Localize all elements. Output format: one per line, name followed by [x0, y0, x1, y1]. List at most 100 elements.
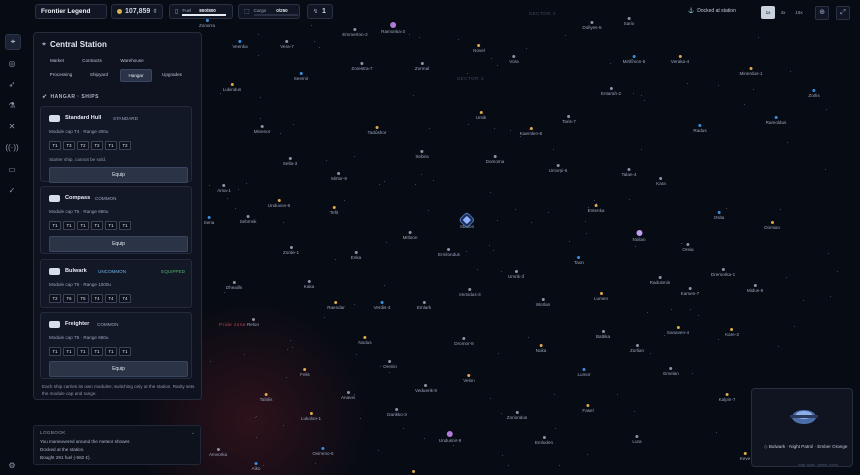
- tab-shipyard[interactable]: Shipyard: [84, 69, 114, 80]
- radio-icon[interactable]: ((·)): [5, 140, 19, 154]
- star-system[interactable]: Sena: [204, 216, 214, 225]
- star-system[interactable]: Lumor: [577, 368, 591, 377]
- star-system[interactable]: Sebrmik: [240, 215, 256, 224]
- speed-16x-button[interactable]: 16x: [791, 6, 807, 19]
- star-system[interactable]: Veduerik-9: [415, 384, 437, 393]
- star-system[interactable]: Battika: [596, 330, 610, 339]
- star-system[interactable]: Verdis-4: [374, 301, 390, 310]
- star-system[interactable]: Kaemlen-8: [520, 127, 542, 136]
- star-system[interactable]: Zorde-1: [283, 246, 299, 255]
- star-system[interactable]: Noilan: [632, 230, 646, 242]
- star-system[interactable]: Kara: [656, 177, 666, 186]
- check-icon[interactable]: ✓: [5, 183, 19, 197]
- star-system[interactable]: Zorlis: [808, 89, 820, 98]
- star-system[interactable]: Enka: [351, 251, 361, 260]
- star-system[interactable]: Velon: [463, 374, 475, 383]
- star-system[interactable]: Lumen: [594, 292, 608, 301]
- star-system[interactable]: Entenka: [588, 204, 604, 213]
- globe-icon[interactable]: ◎: [5, 56, 19, 70]
- tab-warehouse[interactable]: Warehouse: [114, 55, 150, 66]
- star-system[interactable]: Mitloon: [403, 231, 417, 240]
- message-icon[interactable]: ▭: [5, 162, 19, 176]
- star-system[interactable]: Lukindus: [223, 83, 241, 92]
- star-system[interactable]: Vora: [509, 55, 519, 64]
- star-system[interactable]: Dremorka-1: [711, 268, 735, 277]
- star-system[interactable]: Midus-9: [747, 284, 763, 293]
- star-system[interactable]: Zoriondus: [507, 411, 527, 420]
- star-system[interactable]: Emmerton-2: [342, 28, 368, 37]
- star-system[interactable]: Emelan: [663, 367, 679, 376]
- star-system[interactable]: Zorlian: [630, 344, 644, 353]
- star-system[interactable]: Zormal: [415, 62, 429, 71]
- star-system[interactable]: Oomian: [764, 221, 780, 230]
- ship-list[interactable]: Standard Hull STANDARD Module cap T4 · R…: [40, 103, 194, 379]
- star-system[interactable]: Kare-3: [725, 328, 739, 337]
- fullscreen-button[interactable]: ⤢: [836, 6, 850, 20]
- tools-icon[interactable]: ✕: [5, 119, 19, 133]
- star-system[interactable]: Raendar: [327, 301, 345, 310]
- star-system[interactable]: Minenor: [254, 125, 270, 134]
- star-system[interactable]: Seemir: [294, 72, 308, 81]
- star-system[interactable]: Amvorka: [209, 448, 227, 457]
- star-system[interactable]: Ramoldus: [766, 116, 786, 125]
- star-system[interactable]: Umik: [476, 111, 486, 120]
- star-system[interactable]: Station: [460, 215, 474, 229]
- star-system[interactable]: Zorestra-7: [351, 62, 373, 71]
- rocket-icon[interactable]: ➶: [5, 77, 19, 91]
- star-system[interactable]: Ermlondus: [438, 248, 460, 257]
- navigation-icon[interactable]: ⌖: [5, 34, 21, 50]
- tab-market[interactable]: Market: [42, 55, 72, 66]
- star-system[interactable]: Dheaills: [226, 281, 242, 290]
- star-system[interactable]: Aiko: [252, 462, 260, 471]
- star-system[interactable]: Veenka: [232, 40, 248, 49]
- star-system[interactable]: Felis: [300, 368, 310, 377]
- star-system[interactable]: Lura: [632, 435, 642, 444]
- star-system[interactable]: Anavei: [341, 391, 355, 400]
- star-system[interactable]: Mirifimon-5: [623, 55, 645, 64]
- equip-button[interactable]: Equip: [49, 361, 188, 377]
- star-system[interactable]: Lukolon-1: [301, 412, 321, 421]
- star-system[interactable]: Fasel: [582, 404, 594, 413]
- star-system[interactable]: Kamen-7: [681, 287, 699, 296]
- star-system[interactable]: Ama-1: [217, 184, 231, 193]
- star-system[interactable]: Emloden: [535, 436, 553, 445]
- chevron-down-icon[interactable]: ⌄: [191, 430, 195, 436]
- star-system[interactable]: Ovimmo-5: [312, 447, 334, 456]
- tab-processing[interactable]: Processing: [42, 69, 80, 80]
- tab-hangar[interactable]: Hangar: [120, 69, 152, 82]
- star-system[interactable]: Oreia: [682, 243, 694, 252]
- star-system[interactable]: Tahilis: [260, 393, 272, 402]
- star-system[interactable]: Dromor-8: [454, 337, 474, 346]
- star-system[interactable]: Emlark: [417, 301, 431, 310]
- star-system[interactable]: Kalpin-7: [719, 393, 735, 402]
- star-system[interactable]: Minerdus-1: [740, 67, 762, 76]
- speed-1x-button[interactable]: 1x: [761, 6, 775, 19]
- star-system[interactable]: Sella-3: [283, 157, 297, 166]
- star-system[interactable]: Kaka: [304, 280, 314, 289]
- star-system[interactable]: Worlan: [536, 298, 550, 307]
- star-system[interactable]: Entarah-2: [601, 87, 621, 96]
- star-system[interactable]: Osita: [714, 211, 724, 220]
- tab-upgrades[interactable]: Upgrades: [156, 69, 188, 80]
- equip-button[interactable]: Equip: [49, 167, 188, 183]
- star-system[interactable]: Sebira: [415, 150, 429, 159]
- star-system[interactable]: Radusmin: [650, 276, 670, 285]
- star-system[interactable]: Tefit: [330, 206, 338, 215]
- star-system[interactable]: Sanaven-4: [667, 326, 689, 335]
- star-system[interactable]: Umrik-3: [508, 270, 524, 279]
- speed-4x-button[interactable]: 4x: [776, 6, 790, 19]
- tab-contracts[interactable]: Contracts: [76, 55, 108, 66]
- star-system[interactable]: Novel: [473, 44, 485, 53]
- star-system[interactable]: Immidus-3: [459, 288, 481, 297]
- equip-button[interactable]: Equip: [49, 236, 188, 252]
- star-system[interactable]: Vera-7: [280, 40, 294, 49]
- star-system[interactable]: Mirtor-9: [331, 172, 347, 181]
- star-system[interactable]: Orenin: [383, 360, 397, 369]
- star-system[interactable]: Unduvon-6: [268, 199, 290, 208]
- star-system[interactable]: Relon: [247, 318, 259, 327]
- star-system[interactable]: Darikko-3: [387, 408, 407, 417]
- target-button[interactable]: ⊕: [815, 6, 829, 20]
- star-system[interactable]: Nuka: [536, 344, 546, 353]
- star-system[interactable]: Nodus: [358, 336, 372, 345]
- star-system[interactable]: Radus: [693, 124, 707, 133]
